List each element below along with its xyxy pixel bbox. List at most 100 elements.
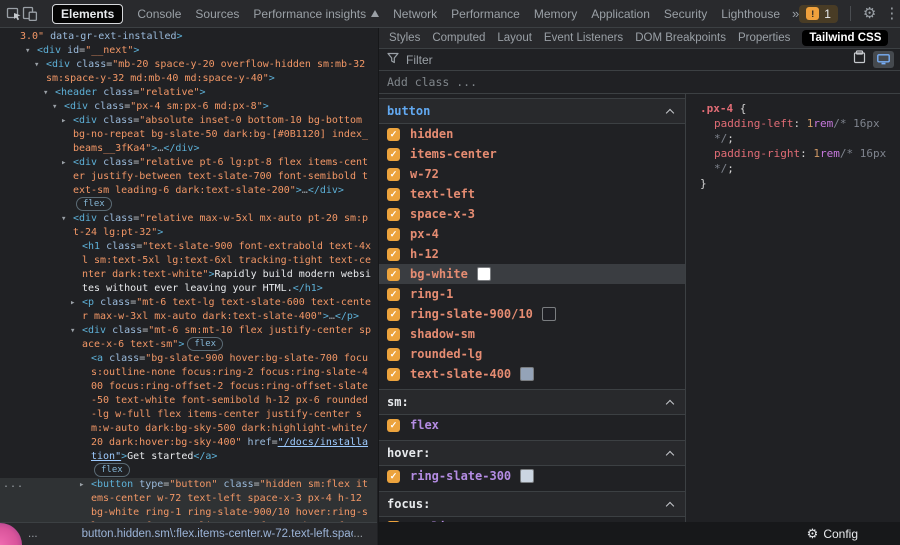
color-swatch [520,367,535,381]
class-row-flex[interactable]: ✓ flex [379,415,685,435]
flex-badge[interactable]: flex [94,463,130,477]
crumb-overflow-dots[interactable]: ... [28,528,38,540]
class-row-h-12[interactable]: ✓ h-12 [379,244,685,264]
tree-node[interactable]: 3.0" data-gr-ext-installed> [0,30,377,44]
display-toggle-icon[interactable] [873,51,894,68]
tab-sources[interactable]: Sources [195,5,239,23]
filter-input[interactable]: Filter [406,53,433,67]
flex-badge[interactable]: flex [76,197,112,211]
tree-node[interactable]: <a class="bg-slate-900 hover:bg-slate-70… [0,352,377,464]
sidebar-tab-computed[interactable]: Computed [432,32,485,44]
expanded-arrow-icon[interactable]: ▾ [61,212,66,226]
class-row-text-left[interactable]: ✓ text-left [379,184,685,204]
sidebar-tab-event-listeners[interactable]: Event Listeners [544,32,623,44]
sidebar-tab-layout[interactable]: Layout [497,32,532,44]
collapsed-arrow-icon[interactable]: ▸ [61,156,66,170]
config-button[interactable]: Config [823,527,858,541]
checkbox-checked-icon[interactable]: ✓ [387,287,400,301]
class-row-space-x-3[interactable]: ✓ space-x-3 [379,204,685,224]
class-row-ring-slate-300[interactable]: ✓ ring-slate-300 [379,466,685,486]
checkbox-checked-icon[interactable]: ✓ [387,367,400,381]
tree-node[interactable]: <h1 class="text-slate-900 font-extrabold… [0,240,377,296]
class-row-w-72[interactable]: ✓ w-72 [379,164,685,184]
tab-security[interactable]: Security [664,5,707,23]
section-header-sm[interactable]: sm: [379,389,685,415]
checkbox-checked-icon[interactable]: ✓ [387,418,400,432]
tab-performance-insights[interactable]: Performance insights [253,5,380,23]
checkbox-checked-icon[interactable]: ✓ [387,147,400,161]
tree-node[interactable]: ▾ <div class="mt-6 sm:mt-10 flex justify-… [0,324,377,352]
expanded-arrow-icon[interactable]: ▾ [34,58,39,72]
sidebar-tab-tailwind-css[interactable]: Tailwind CSS [802,30,889,46]
crumb-trailing-dots[interactable]: ... [353,528,363,540]
class-row-items-center[interactable]: ✓ items-center [379,144,685,164]
class-row-px-4[interactable]: ✓ px-4 [379,224,685,244]
tree-node[interactable]: ▾ <div class="px-4 sm:px-6 md:px-8"> [0,100,377,114]
class-row-bg-white[interactable]: ✓ bg-white [379,264,685,284]
tree-node[interactable]: ▸ <p class="mt-6 text-lg text-slate-600 t… [0,296,377,324]
device-toolbar-icon[interactable] [22,3,38,25]
checkbox-checked-icon[interactable]: ✓ [387,167,400,181]
kebab-menu-icon[interactable]: ⋮ [884,6,899,21]
tab-application[interactable]: Application [591,5,650,23]
gutter-dots[interactable]: ... [3,478,24,492]
tree-node[interactable]: flex [0,463,377,478]
tree-node[interactable]: ▸ <div class="relative pt-6 lg:pt-8 flex … [0,156,377,212]
flex-badge[interactable]: flex [187,337,224,351]
tree-node[interactable]: ▾ <div id="__next"> [0,44,377,58]
checkbox-checked-icon[interactable]: ✓ [387,267,400,281]
tab-elements[interactable]: Elements [52,3,124,24]
chevron-up-icon[interactable] [665,501,675,510]
inspect-icon[interactable] [6,3,22,25]
class-row-ring-slate-900-10[interactable]: ✓ ring-slate-900/10 [379,304,685,324]
checkbox-checked-icon[interactable]: ✓ [387,347,400,361]
chevron-up-icon[interactable] [665,450,675,459]
settings-gear-icon[interactable]: ⚙ [863,6,876,21]
class-row-hidden[interactable]: ✓ hidden [379,124,685,144]
tree-node[interactable]: ▾ <div class="relative max-w-5xl mx-auto … [0,212,377,240]
tree-node[interactable]: ▸... <button type="button" class="hidden … [0,478,377,522]
section-header-button[interactable]: button [379,98,685,124]
expanded-arrow-icon[interactable]: ▾ [25,44,30,58]
tab-network[interactable]: Network [393,5,437,23]
collapsed-arrow-icon[interactable]: ▸ [70,296,75,310]
class-row-ring-1[interactable]: ✓ ring-1 [379,284,685,304]
checkbox-checked-icon[interactable]: ✓ [387,207,400,221]
collapsed-arrow-icon[interactable]: ▸ [61,114,66,128]
checkbox-checked-icon[interactable]: ✓ [387,227,400,241]
issues-badge[interactable]: ! 1 [799,4,838,23]
add-class-input[interactable]: Add class ... [387,75,477,89]
sidebar-tab-styles[interactable]: Styles [389,32,420,44]
copy-icon[interactable] [853,50,866,69]
class-row-text-slate-400[interactable]: ✓ text-slate-400 [379,364,685,384]
tree-node[interactable]: ▾ <div class="mb-20 space-y-20 overflow-h… [0,58,377,86]
checkbox-checked-icon[interactable]: ✓ [387,127,400,141]
checkbox-checked-icon[interactable]: ✓ [387,469,400,483]
expanded-arrow-icon[interactable]: ▾ [52,100,57,114]
chevron-up-icon[interactable] [665,399,675,408]
class-row-rounded-lg[interactable]: ✓ rounded-lg [379,344,685,364]
breadcrumb[interactable]: button.hidden.sm\:flex.items-center.w-72… [82,528,354,540]
checkbox-checked-icon[interactable]: ✓ [387,187,400,201]
checkbox-checked-icon[interactable]: ✓ [387,327,400,341]
tab-performance[interactable]: Performance [451,5,520,23]
tree-node[interactable]: ▾ <header class="relative"> [0,86,377,100]
code-segment: class [109,353,140,364]
class-row-shadow-sm[interactable]: ✓ shadow-sm [379,324,685,344]
checkbox-checked-icon[interactable]: ✓ [387,247,400,261]
expanded-arrow-icon[interactable]: ▾ [70,324,75,338]
chevron-up-icon[interactable] [665,108,675,117]
code-segment: class [103,115,134,126]
tab-console[interactable]: Console [137,5,181,23]
section-header-focus[interactable]: focus: [379,491,685,517]
section-header-hover[interactable]: hover: [379,440,685,466]
expanded-arrow-icon[interactable]: ▾ [43,86,48,100]
checkbox-checked-icon[interactable]: ✓ [387,307,400,321]
more-tabs-icon[interactable]: » [792,6,799,21]
sidebar-tab-dom-breakpoints[interactable]: DOM Breakpoints [635,32,726,44]
collapsed-arrow-icon[interactable]: ▸ [79,478,84,492]
tab-lighthouse[interactable]: Lighthouse [721,5,780,23]
tree-node[interactable]: ▸ <div class="absolute inset-0 bottom-10 … [0,114,377,156]
sidebar-tab-properties[interactable]: Properties [738,32,790,44]
tab-memory[interactable]: Memory [534,5,577,23]
